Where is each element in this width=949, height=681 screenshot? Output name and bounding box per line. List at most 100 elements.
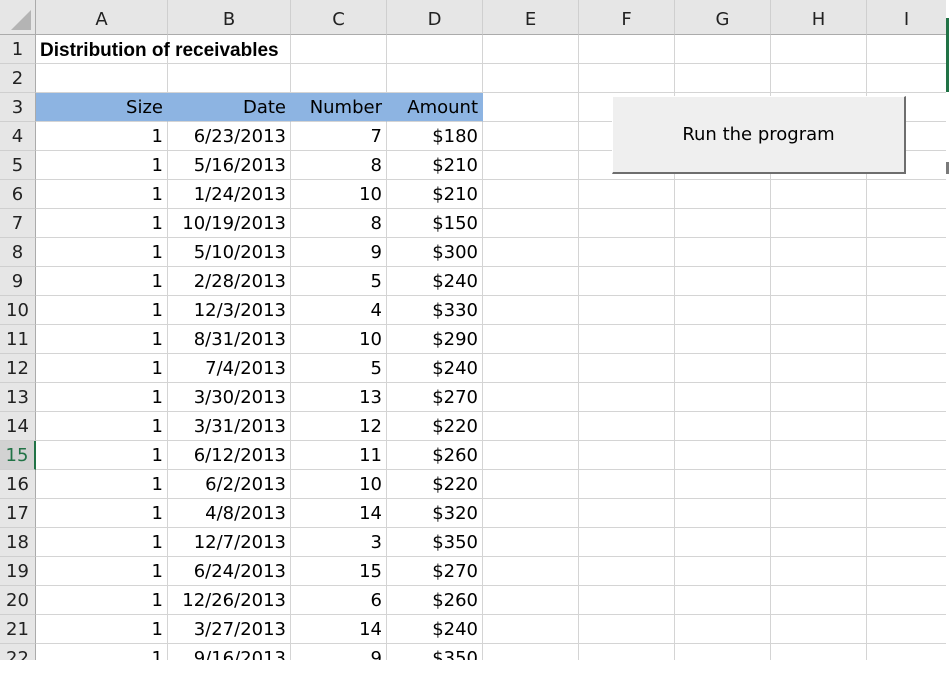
empty-cell[interactable] (675, 35, 771, 64)
table-cell[interactable]: 1 (36, 586, 168, 615)
empty-cell[interactable] (483, 267, 579, 296)
row-header-16[interactable]: 16 (0, 470, 36, 499)
row-header-15[interactable]: 15 (0, 441, 36, 470)
table-cell[interactable]: 9 (291, 644, 387, 660)
table-cell[interactable]: 10 (291, 180, 387, 209)
empty-cell[interactable] (483, 296, 579, 325)
empty-cell[interactable] (579, 64, 675, 93)
table-cell[interactable]: 12/3/2013 (168, 296, 291, 325)
table-cell[interactable]: $220 (387, 412, 483, 441)
run-program-button[interactable]: Run the program (612, 96, 906, 174)
empty-cell[interactable] (483, 325, 579, 354)
empty-cell[interactable] (579, 499, 675, 528)
empty-cell[interactable] (675, 64, 771, 93)
empty-cell[interactable] (483, 35, 579, 64)
empty-cell[interactable] (168, 64, 291, 93)
empty-cell[interactable] (867, 499, 947, 528)
empty-cell[interactable] (483, 615, 579, 644)
empty-cell[interactable] (771, 470, 867, 499)
empty-cell[interactable] (867, 354, 947, 383)
row-header-13[interactable]: 13 (0, 383, 36, 412)
empty-cell[interactable] (675, 441, 771, 470)
empty-cell[interactable] (675, 180, 771, 209)
row-header-4[interactable]: 4 (0, 122, 36, 151)
table-cell[interactable]: 5/16/2013 (168, 151, 291, 180)
table-cell[interactable]: 1 (36, 151, 168, 180)
table-cell[interactable]: 7/4/2013 (168, 354, 291, 383)
row-header-12[interactable]: 12 (0, 354, 36, 383)
empty-cell[interactable] (867, 470, 947, 499)
table-header-number[interactable]: Number (291, 93, 387, 122)
table-cell[interactable]: 10 (291, 325, 387, 354)
table-cell[interactable]: 12/26/2013 (168, 586, 291, 615)
empty-cell[interactable] (483, 412, 579, 441)
empty-cell[interactable] (771, 499, 867, 528)
table-cell[interactable]: 1 (36, 412, 168, 441)
empty-cell[interactable] (867, 325, 947, 354)
empty-cell[interactable] (579, 354, 675, 383)
table-cell[interactable]: 1 (36, 296, 168, 325)
empty-cell[interactable] (483, 64, 579, 93)
empty-cell[interactable] (579, 586, 675, 615)
empty-cell[interactable] (771, 296, 867, 325)
table-cell[interactable]: 1 (36, 441, 168, 470)
empty-cell[interactable] (291, 35, 387, 64)
empty-cell[interactable] (675, 354, 771, 383)
empty-cell[interactable] (675, 615, 771, 644)
empty-cell[interactable] (867, 644, 947, 660)
table-cell[interactable]: 6/2/2013 (168, 470, 291, 499)
empty-cell[interactable] (579, 296, 675, 325)
column-header-c[interactable]: C (291, 0, 387, 35)
row-header-6[interactable]: 6 (0, 180, 36, 209)
table-cell[interactable]: 1 (36, 354, 168, 383)
empty-cell[interactable] (675, 383, 771, 412)
column-header-f[interactable]: F (579, 0, 675, 35)
empty-cell[interactable] (579, 325, 675, 354)
empty-cell[interactable] (867, 64, 947, 93)
empty-cell[interactable] (387, 64, 483, 93)
empty-cell[interactable] (483, 209, 579, 238)
table-cell[interactable]: 9 (291, 238, 387, 267)
empty-cell[interactable] (867, 209, 947, 238)
table-cell[interactable]: 4 (291, 296, 387, 325)
row-header-10[interactable]: 10 (0, 296, 36, 325)
empty-cell[interactable] (867, 441, 947, 470)
empty-cell[interactable] (483, 644, 579, 660)
table-cell[interactable]: 3/31/2013 (168, 412, 291, 441)
empty-cell[interactable] (579, 470, 675, 499)
empty-cell[interactable] (867, 528, 947, 557)
column-header-g[interactable]: G (675, 0, 771, 35)
table-cell[interactable]: 1 (36, 528, 168, 557)
empty-cell[interactable] (291, 64, 387, 93)
table-cell[interactable]: 1 (36, 267, 168, 296)
table-cell[interactable]: 5 (291, 354, 387, 383)
empty-cell[interactable] (771, 557, 867, 586)
table-cell[interactable]: 11 (291, 441, 387, 470)
empty-cell[interactable] (867, 296, 947, 325)
empty-cell[interactable] (483, 383, 579, 412)
table-header-amount[interactable]: Amount (387, 93, 483, 122)
table-cell[interactable]: $320 (387, 499, 483, 528)
empty-cell[interactable] (867, 267, 947, 296)
row-header-22[interactable]: 22 (0, 644, 36, 660)
empty-cell[interactable] (867, 383, 947, 412)
table-cell[interactable]: 8 (291, 209, 387, 238)
empty-cell[interactable] (771, 64, 867, 93)
table-cell[interactable]: 1 (36, 383, 168, 412)
empty-cell[interactable] (579, 209, 675, 238)
row-header-17[interactable]: 17 (0, 499, 36, 528)
table-cell[interactable]: 6/23/2013 (168, 122, 291, 151)
row-header-1[interactable]: 1 (0, 35, 36, 64)
empty-cell[interactable] (675, 267, 771, 296)
table-cell[interactable]: 1 (36, 180, 168, 209)
row-header-5[interactable]: 5 (0, 151, 36, 180)
column-header-a[interactable]: A (36, 0, 168, 35)
empty-cell[interactable] (579, 35, 675, 64)
empty-cell[interactable] (675, 499, 771, 528)
empty-cell[interactable] (579, 557, 675, 586)
table-cell[interactable]: 1 (36, 122, 168, 151)
table-cell[interactable]: $330 (387, 296, 483, 325)
table-cell[interactable]: $270 (387, 383, 483, 412)
column-header-h[interactable]: H (771, 0, 867, 35)
column-header-d[interactable]: D (387, 0, 483, 35)
